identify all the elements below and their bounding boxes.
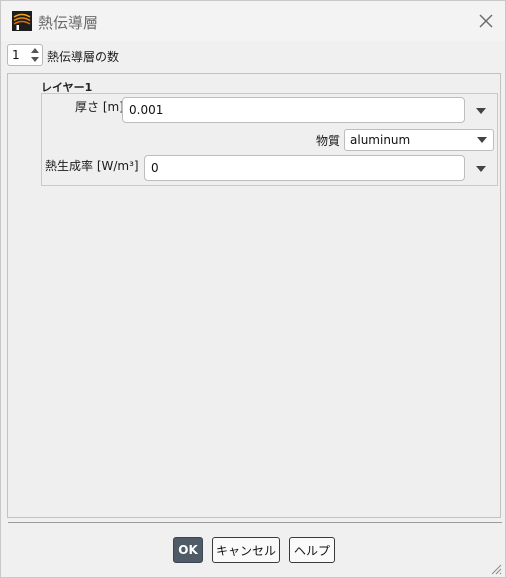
ok-button[interactable]: OK: [173, 537, 203, 563]
heat-generation-label: 熱生成率 [W/m³]: [45, 159, 139, 173]
footer-separator: [8, 522, 502, 523]
heat-generation-field[interactable]: [144, 155, 465, 181]
heat-generation-dropdown-icon[interactable]: [476, 166, 486, 172]
thickness-label: 厚さ [m]: [75, 100, 124, 114]
window-title: 熱伝導層: [38, 14, 99, 32]
material-value: aluminum: [350, 133, 411, 147]
thermal-conduction-layer-dialog: 熱伝導層 熱伝導層の数 レイヤー1 厚さ [m] 物質 aluminum: [0, 0, 506, 578]
layers-count-input[interactable]: [12, 47, 30, 63]
ansys-fluent-icon: [12, 11, 32, 31]
material-select[interactable]: aluminum: [344, 129, 494, 151]
chevron-down-icon: [477, 137, 487, 143]
resize-grip-icon[interactable]: [490, 563, 502, 575]
layers-count-label: 熱伝導層の数: [47, 50, 120, 64]
cancel-button[interactable]: キャンセル: [212, 537, 280, 563]
layers-panel: レイヤー1 厚さ [m] 物質 aluminum 熱生成率 [W/m³]: [7, 73, 501, 518]
thickness-dropdown-icon[interactable]: [476, 108, 486, 114]
layers-count-spinner[interactable]: [7, 44, 43, 66]
material-label: 物質: [316, 134, 341, 148]
title-bar: 熱伝導層: [1, 1, 505, 41]
help-button[interactable]: ヘルプ: [289, 537, 335, 563]
spin-arrows-icon[interactable]: [30, 46, 40, 64]
close-icon[interactable]: [475, 10, 497, 32]
thickness-field[interactable]: [122, 97, 465, 123]
layer-1-group: 厚さ [m] 物質 aluminum 熱生成率 [W/m³]: [41, 93, 498, 186]
